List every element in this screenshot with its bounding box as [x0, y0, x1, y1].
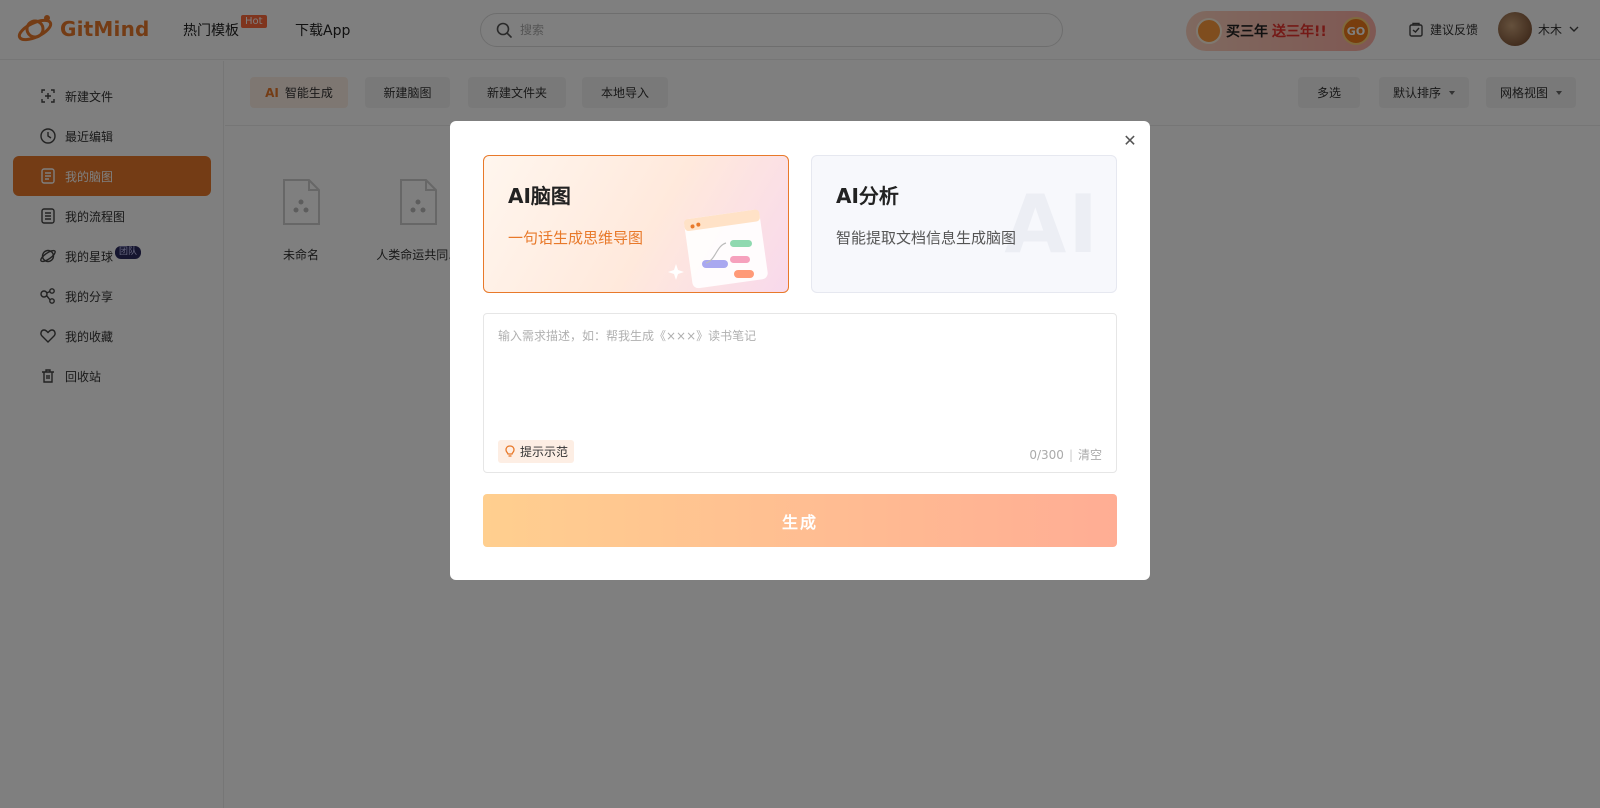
prompt-textarea[interactable]: [484, 314, 1116, 424]
lightbulb-icon: [505, 445, 515, 457]
card-ai-mindmap[interactable]: AI脑图 一句话生成思维导图: [483, 155, 789, 293]
hint-label: 提示示范: [520, 445, 569, 459]
mindmap-illustration-icon: [668, 209, 768, 289]
card-subtitle: 智能提取文档信息生成脑图: [836, 229, 1017, 247]
char-counter: 0/300 | 清空: [1029, 448, 1102, 462]
card-ai-analysis[interactable]: AI AI分析 智能提取文档信息生成脑图: [811, 155, 1117, 293]
clear-button[interactable]: 清空: [1078, 448, 1102, 462]
hint-example-button[interactable]: 提示示范: [498, 440, 575, 463]
card-title: AI分析: [836, 184, 899, 208]
prompt-input-box: 提示示范 0/300|清空: [483, 313, 1117, 473]
card-title: AI脑图: [508, 184, 571, 208]
ai-generate-modal: ✕ AI脑图 一句话生成思维导图 AI AI分析 智能提取文档信息生成脑图 输入…: [450, 121, 1150, 580]
close-icon[interactable]: ✕: [1122, 133, 1138, 149]
generate-button[interactable]: 生成: [483, 494, 1117, 547]
char-count: 0/300: [1029, 448, 1064, 462]
